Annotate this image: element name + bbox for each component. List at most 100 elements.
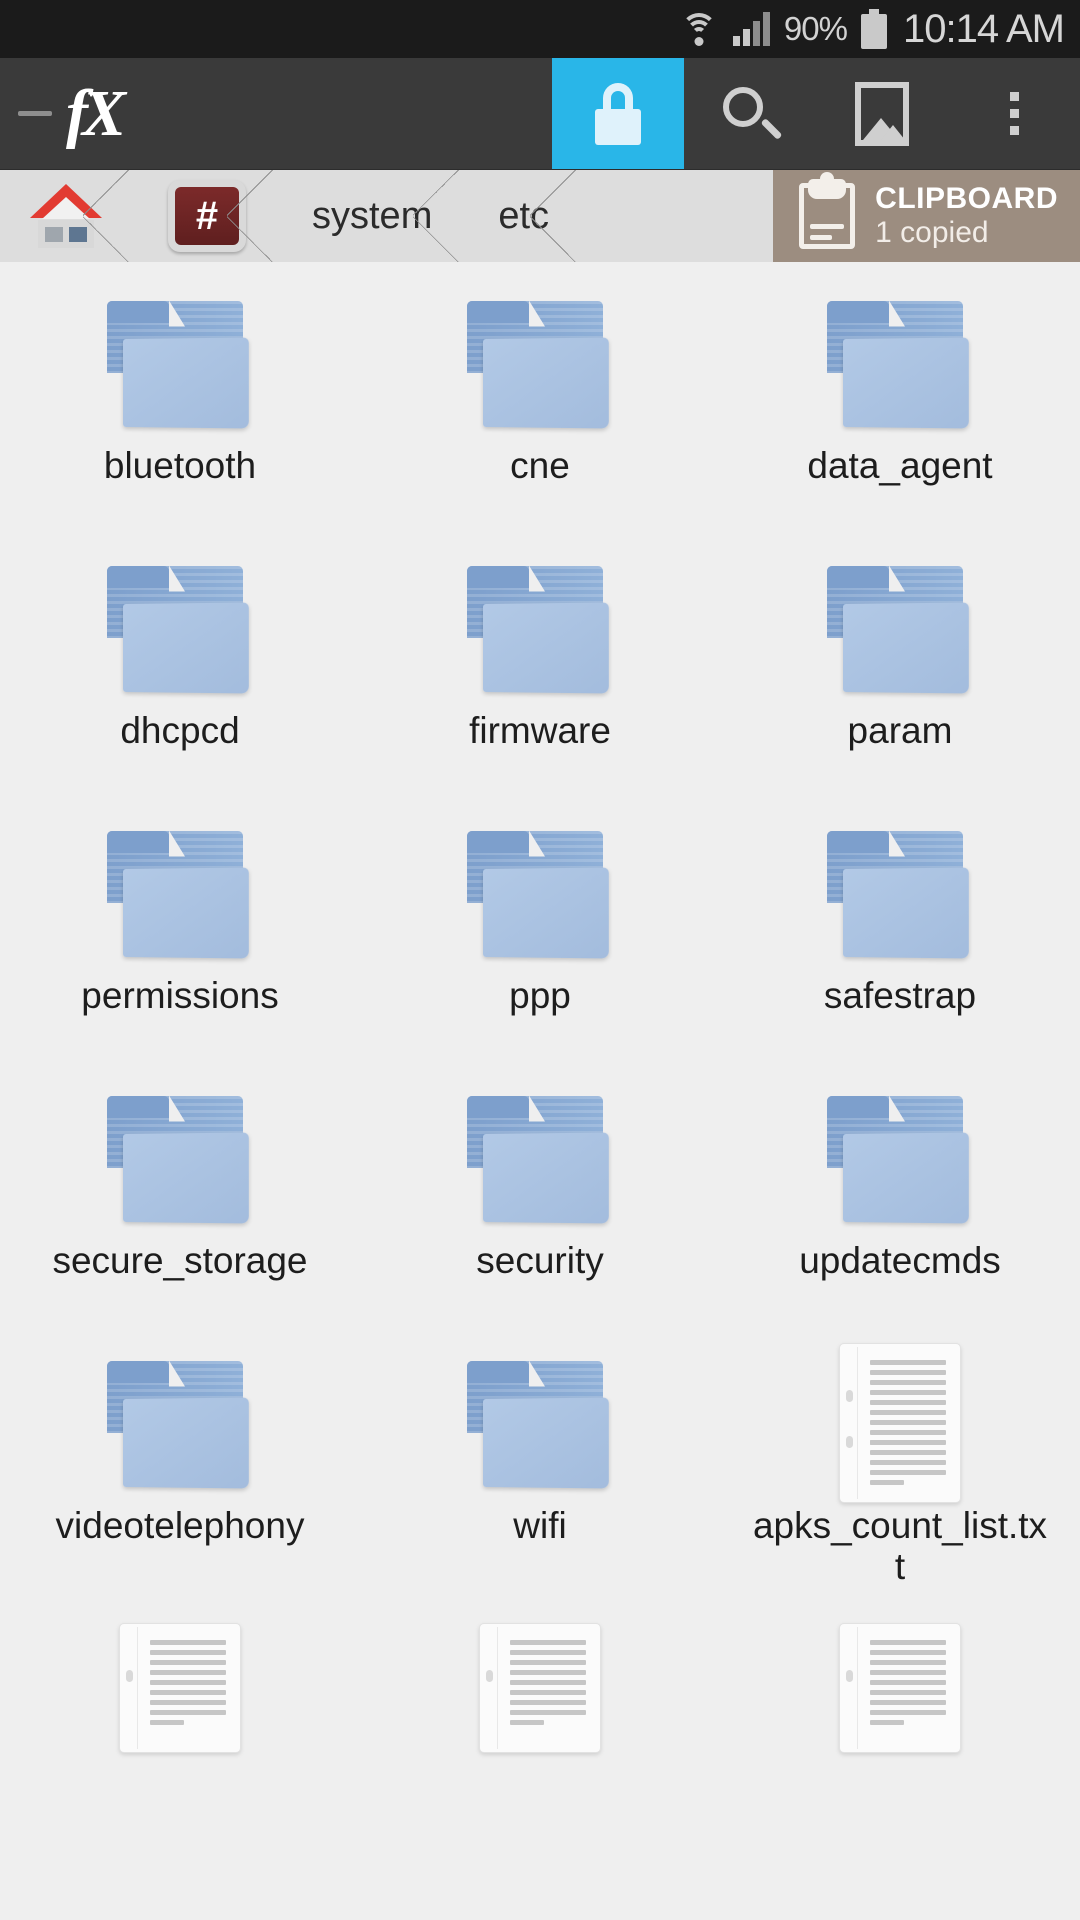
file-item-label: videotelephony — [55, 1505, 305, 1546]
lock-button[interactable] — [552, 58, 684, 169]
file-icon-wrapper — [105, 1075, 255, 1240]
file-item-label: cne — [510, 445, 570, 486]
file-item-label: safestrap — [823, 975, 977, 1016]
file-grid-item[interactable]: data_agent — [720, 280, 1080, 545]
battery-icon — [860, 9, 887, 49]
breadcrumb-item-root[interactable]: # — [128, 170, 273, 262]
file-item-label: data_agent — [807, 445, 993, 486]
document-icon — [479, 1622, 601, 1753]
document-icon — [839, 1622, 961, 1753]
breadcrumb-item-etc[interactable]: etc — [458, 170, 576, 262]
folder-icon — [825, 827, 975, 959]
wifi-icon — [679, 11, 719, 47]
file-item-label: dhcpcd — [120, 710, 240, 751]
root-hash-icon: # — [168, 180, 246, 252]
cellular-signal-icon — [732, 12, 770, 46]
file-grid-item[interactable] — [360, 1605, 720, 1870]
file-grid-item[interactable]: cne — [360, 280, 720, 545]
battery-percent-label: 90% — [783, 10, 848, 47]
folder-icon — [465, 1092, 615, 1224]
file-icon-wrapper — [105, 810, 255, 975]
gallery-button[interactable] — [816, 58, 948, 169]
clipboard-count: 1 copied — [875, 216, 989, 249]
file-icon-wrapper — [105, 280, 255, 445]
file-grid-item[interactable]: secure_storage — [0, 1075, 360, 1340]
status-bar: 90% 10:14 AM — [0, 0, 1080, 58]
file-grid-item[interactable] — [720, 1605, 1080, 1870]
search-icon — [721, 85, 783, 143]
file-icon-wrapper — [465, 280, 615, 445]
file-icon-wrapper — [465, 545, 615, 710]
more-vertical-icon — [1009, 92, 1019, 135]
document-icon — [119, 1622, 241, 1753]
overflow-button[interactable] — [948, 58, 1080, 169]
file-item-label: firmware — [469, 710, 611, 751]
root-hash-label: # — [175, 187, 239, 245]
file-icon-wrapper — [465, 810, 615, 975]
search-button[interactable] — [684, 58, 816, 169]
breadcrumb-item-system[interactable]: system — [272, 170, 460, 262]
file-item-label: wifi — [513, 1505, 567, 1546]
file-grid-item[interactable]: permissions — [0, 810, 360, 1075]
breadcrumb-label-system: system — [312, 194, 433, 237]
file-grid-item[interactable]: wifi — [360, 1340, 720, 1605]
folder-icon — [825, 562, 975, 694]
home-icon — [30, 184, 102, 248]
status-bar-clock: 10:14 AM — [902, 6, 1065, 51]
file-item-label: apks_count_list.txt — [752, 1505, 1048, 1588]
file-grid-item[interactable]: ppp — [360, 810, 720, 1075]
file-grid-item[interactable]: firmware — [360, 545, 720, 810]
file-grid-item[interactable]: apks_count_list.txt — [720, 1340, 1080, 1605]
file-icon-wrapper — [825, 280, 975, 445]
file-grid-item[interactable]: param — [720, 545, 1080, 810]
file-grid-item[interactable] — [0, 1605, 360, 1870]
clipboard-panel[interactable]: CLIPBOARD 1 copied — [773, 170, 1080, 262]
file-grid-item[interactable]: bluetooth — [0, 280, 360, 545]
file-grid: bluetooth cne data_agentdhcpcd firmware para… — [0, 262, 1080, 1920]
file-item-label: permissions — [81, 975, 279, 1016]
file-icon-wrapper — [825, 545, 975, 710]
app-logo-area[interactable]: fX — [0, 58, 552, 169]
app-toolbar: fX — [0, 58, 1080, 170]
file-icon-wrapper — [825, 810, 975, 975]
folder-icon — [105, 562, 255, 694]
folder-icon — [825, 1092, 975, 1224]
document-icon — [839, 1342, 961, 1503]
file-grid-item[interactable]: updatecmds — [720, 1075, 1080, 1340]
folder-icon — [105, 1357, 255, 1489]
folder-icon — [105, 827, 255, 959]
breadcrumb-label-etc: etc — [498, 194, 550, 237]
clipboard-icon — [799, 172, 856, 249]
breadcrumb: # system etc CLIPBOARD 1 copied — [0, 170, 1080, 262]
file-icon-wrapper — [105, 545, 255, 710]
file-item-label: ppp — [509, 975, 571, 1016]
file-item-label: security — [476, 1240, 604, 1281]
folder-icon — [105, 1092, 255, 1224]
file-grid-item[interactable]: security — [360, 1075, 720, 1340]
lock-icon — [592, 82, 644, 145]
folder-icon — [465, 562, 615, 694]
file-item-label: updatecmds — [799, 1240, 1001, 1281]
file-grid-item[interactable]: dhcpcd — [0, 545, 360, 810]
clipboard-title: CLIPBOARD — [875, 182, 1058, 216]
folder-icon — [465, 297, 615, 429]
file-icon-wrapper — [119, 1605, 241, 1770]
file-item-label: secure_storage — [52, 1240, 308, 1281]
file-icon-wrapper — [479, 1605, 601, 1770]
file-item-label: param — [847, 710, 953, 751]
file-icon-wrapper — [465, 1075, 615, 1240]
folder-icon — [825, 297, 975, 429]
file-icon-wrapper — [839, 1340, 961, 1505]
file-grid-item[interactable]: safestrap — [720, 810, 1080, 1075]
image-icon — [855, 81, 909, 146]
file-grid-item[interactable]: videotelephony — [0, 1340, 360, 1605]
fx-logo[interactable]: fX — [66, 80, 126, 147]
breadcrumb-item-home[interactable] — [0, 170, 129, 262]
file-item-label: bluetooth — [103, 445, 257, 486]
folder-icon — [105, 297, 255, 429]
file-icon-wrapper — [465, 1340, 615, 1505]
up-navigation-dash-icon[interactable] — [18, 111, 52, 116]
file-icon-wrapper — [839, 1605, 961, 1770]
file-icon-wrapper — [105, 1340, 255, 1505]
folder-icon — [465, 1357, 615, 1489]
